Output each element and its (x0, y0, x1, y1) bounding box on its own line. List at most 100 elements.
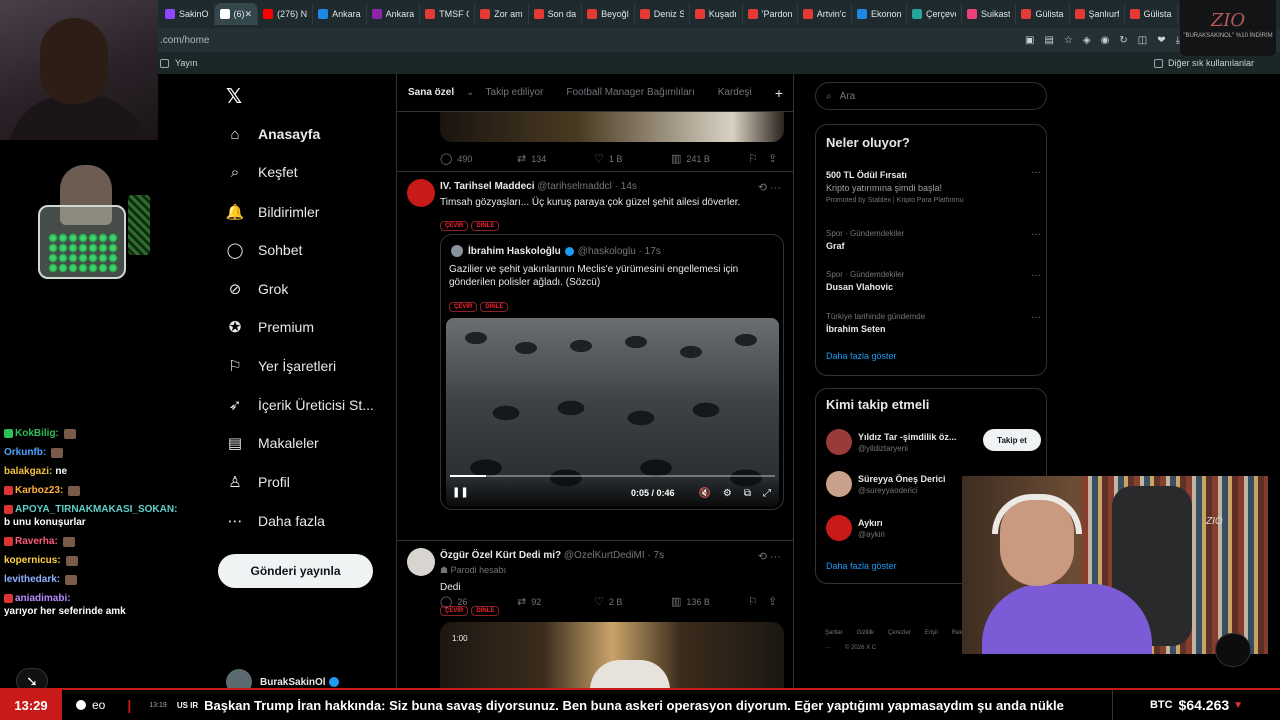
close-icon[interactable]: ✕ (245, 9, 253, 20)
extension-icon[interactable]: ◉ (1101, 35, 1110, 46)
avatar[interactable] (407, 179, 435, 207)
trend-item[interactable]: Spor · Gündemdekiler Graf ··· (826, 229, 1041, 251)
views-button[interactable]: ▥ 136 B (671, 595, 748, 608)
nav-item-home[interactable]: ⌂ Anasayfa (226, 122, 320, 146)
star-icon[interactable]: ☆ (1064, 35, 1073, 46)
browser-tab[interactable]: Şanlıurf (1070, 3, 1125, 25)
fullscreen-icon[interactable]: ⤢ (763, 488, 771, 499)
more-icon[interactable]: ⟲ ··· (758, 181, 781, 194)
browser-tab[interactable]: Çerçeve (907, 3, 962, 25)
follow-suggestion[interactable]: Yıldız Tar -şimdilik öz... @yildiztaryeni… (826, 429, 1041, 455)
translate-button[interactable]: ÇEVİR (440, 606, 469, 616)
browser-tab[interactable]: Suikast (962, 3, 1017, 25)
show-more-link[interactable]: Daha fazla göster (826, 351, 897, 361)
feed-tab[interactable]: Kardeşi (718, 87, 752, 98)
like-button[interactable]: ♡ 2 B (594, 595, 671, 608)
author-name[interactable]: IV. Tarihsel Maddeci (440, 181, 534, 192)
listen-button[interactable]: DİNLE (471, 221, 500, 231)
footer-link[interactable]: Şartlar (825, 630, 843, 636)
add-tab-icon[interactable]: + (775, 85, 783, 101)
browser-tab[interactable]: SakinO (160, 3, 215, 25)
previous-post-media[interactable] (440, 112, 784, 142)
nav-item-bookmark[interactable]: ⚐ Yer İşaretleri (226, 354, 336, 378)
trend-item[interactable]: Türkiye tarihinde gündemde İbrahim Seten ·… (826, 312, 1041, 334)
like-button[interactable]: ♡ 1 B (594, 152, 671, 165)
browser-tab[interactable]: 'Pardon (743, 3, 798, 25)
author-name[interactable]: Özgür Özel Kürt Dedi mi? (440, 550, 561, 561)
more-icon[interactable]: ··· (1031, 167, 1041, 178)
favorites-icon[interactable]: ❤ (1157, 35, 1165, 46)
settings-icon[interactable]: ⚙ (723, 488, 732, 499)
repost-button[interactable]: ⇄ 134 (517, 152, 594, 165)
more-icon[interactable]: ··· (1031, 270, 1041, 281)
nav-item-premium[interactable]: ✪ Premium (226, 315, 314, 339)
bookmark-button[interactable]: ⚐ (748, 595, 768, 608)
browser-tab[interactable]: Son da (529, 3, 583, 25)
browser-tab[interactable]: Deniz S (635, 3, 690, 25)
footer-link[interactable]: Çerezler (888, 630, 911, 636)
browser-tab[interactable]: Gülista (1016, 3, 1070, 25)
nav-item-bell[interactable]: 🔔 Bildirimler (226, 200, 320, 224)
x-logo-icon[interactable]: 𝕏 (226, 84, 242, 109)
browser-tab[interactable]: Artvin'c (798, 3, 852, 25)
pip-icon[interactable]: ⧉ (744, 488, 751, 499)
share-button[interactable]: ⇪ (768, 595, 782, 608)
translate-button[interactable]: ÇEVİR (449, 302, 478, 312)
grok-icon[interactable] (1215, 633, 1251, 667)
views-button[interactable]: ▥ 241 B (671, 152, 748, 165)
show-more-link[interactable]: Daha fazla göster (826, 561, 897, 571)
bookmark-other[interactable]: Diğer sık kullanılanlar (1153, 58, 1254, 68)
nav-item-more[interactable]: ⋯ Daha fazla (226, 509, 325, 533)
post-button[interactable]: Gönderi yayınla (218, 554, 373, 588)
footer-link[interactable]: © 2026 X C (845, 645, 876, 651)
nav-item-rocket[interactable]: ➶ İçerik Üreticisi St... (226, 393, 374, 417)
browser-tab[interactable]: Zor am (475, 3, 529, 25)
search-input[interactable]: ⌕ Ara (815, 82, 1047, 110)
browser-tab[interactable]: Ankara (367, 3, 421, 25)
post-media[interactable]: 1:00 (440, 622, 784, 688)
promoted-trend[interactable]: 500 TL Ödül Fırsatı Kripto yatırımına şi… (826, 167, 1041, 204)
browser-tab[interactable]: (276) N (258, 3, 314, 25)
browser-tab[interactable]: Gülista (1125, 3, 1178, 25)
extension-icon[interactable]: ◈ (1083, 35, 1091, 46)
bookmark-yayin[interactable]: Yayın (160, 58, 197, 68)
trend-item[interactable]: Spor · Gündemdekiler Dusan Vlahovic ··· (826, 270, 1041, 292)
bookmark-button[interactable]: ⚐ (748, 152, 768, 165)
split-icon[interactable]: ◫ (1138, 35, 1147, 46)
browser-tab[interactable]: TMSF C (420, 3, 476, 25)
more-icon[interactable]: ··· (1031, 229, 1041, 240)
video-progress[interactable] (450, 475, 775, 477)
footer-link[interactable]: Erişil (925, 630, 938, 636)
chevron-down-icon[interactable]: ⌄ (466, 87, 474, 98)
avatar[interactable] (407, 548, 435, 576)
nav-item-grok[interactable]: ⊘ Grok (226, 277, 289, 301)
listen-button[interactable]: DİNLE (471, 606, 500, 616)
mute-icon[interactable]: 🔇 (698, 488, 710, 499)
nav-item-search[interactable]: ⌕ Keşfet (226, 160, 298, 184)
quote-tweet[interactable]: İbrahim Haskoloğlu @haskologlu · 17s Gazi… (440, 234, 784, 510)
share-button[interactable]: ⇪ (768, 152, 782, 165)
browser-tab[interactable]: Ankara (313, 3, 367, 25)
browser-tab[interactable]: Beyoğl (582, 3, 635, 25)
browser-tab[interactable]: Ekonon (852, 3, 907, 25)
more-icon[interactable]: ⟲ ··· (758, 550, 781, 563)
nav-item-chat[interactable]: ◯ Sohbet (226, 238, 303, 262)
video-player[interactable]: ❚❚ 0:05 / 0:46 🔇 ⚙ ⧉ ⤢ (446, 318, 779, 507)
feed-tab[interactable]: Sana özel (408, 87, 454, 98)
nav-item-profile[interactable]: ♙ Profil (226, 470, 290, 494)
refresh-icon[interactable]: ↻ (1119, 35, 1127, 46)
listen-button[interactable]: DİNLE (480, 302, 509, 312)
screenshot-icon[interactable]: ▣ (1025, 35, 1034, 46)
feed-tab[interactable]: Takip ediliyor (486, 87, 544, 98)
repost-button[interactable]: ⇄ 92 (517, 595, 594, 608)
follow-button[interactable]: Takip et (983, 429, 1041, 451)
reader-icon[interactable]: ▤ (1044, 35, 1053, 46)
pause-icon[interactable]: ❚❚ (452, 487, 469, 498)
more-icon[interactable]: ··· (1031, 312, 1041, 323)
footer-link[interactable]: Gizlilik (857, 630, 874, 636)
feed-tab[interactable]: Football Manager Bağımlıları (566, 87, 694, 98)
translate-button[interactable]: ÇEVİR (440, 221, 469, 231)
address-bar[interactable]: .com/home ▣ ▤ ☆ ◈ ◉ ↻ ◫ ❤ ⤓ (0, 28, 1280, 52)
browser-tab[interactable]: Kuşadı (690, 3, 743, 25)
nav-item-article[interactable]: ▤ Makaleler (226, 431, 319, 455)
